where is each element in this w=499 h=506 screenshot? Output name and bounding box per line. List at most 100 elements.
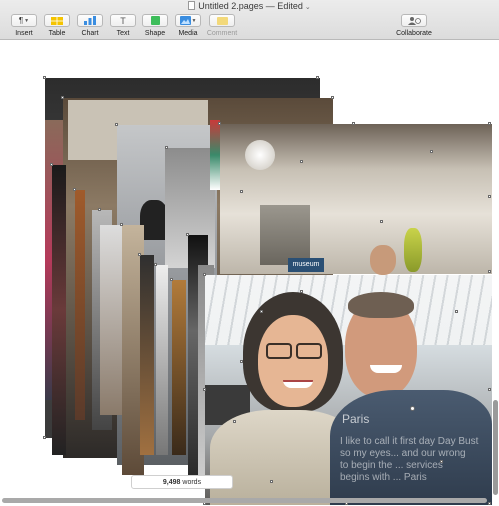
selection-handle[interactable] (120, 223, 123, 226)
word-count[interactable]: 9,498 words (131, 475, 233, 489)
selection-handle[interactable] (43, 436, 46, 439)
comment-button-face[interactable] (209, 14, 235, 27)
selection-handle[interactable] (270, 480, 273, 483)
selection-handle[interactable] (488, 270, 491, 273)
photo[interactable] (172, 280, 186, 455)
window-title-text: Untitled 2.pages — Edited (198, 1, 303, 11)
selection-handle[interactable] (240, 190, 243, 193)
chart-button[interactable]: Chart (73, 14, 107, 38)
selection-handle[interactable] (352, 122, 355, 125)
collaborate-label: Collaborate (396, 30, 432, 37)
table-button[interactable]: Table (40, 14, 74, 38)
selection-handle[interactable] (488, 388, 491, 391)
chart-icon (84, 16, 96, 25)
photo[interactable] (245, 140, 275, 170)
shape-button[interactable]: Shape (138, 14, 172, 38)
selection-handle[interactable] (203, 388, 206, 391)
photo[interactable] (260, 205, 310, 265)
photo[interactable] (404, 228, 422, 272)
selection-handle[interactable] (170, 278, 173, 281)
photo[interactable] (100, 225, 122, 415)
vertical-scrollbar[interactable] (493, 400, 498, 495)
photo[interactable] (75, 190, 85, 420)
selection-handle[interactable] (488, 502, 491, 505)
selection-handle[interactable] (300, 160, 303, 163)
selection-handle[interactable] (138, 253, 141, 256)
selection-handle[interactable] (260, 310, 263, 313)
selection-handle[interactable] (61, 96, 64, 99)
selection-handle[interactable] (380, 220, 383, 223)
selection-handle[interactable] (240, 360, 243, 363)
photo[interactable] (140, 200, 168, 240)
chevron-down-icon: ▼ (191, 17, 197, 24)
window-title: Untitled 2.pages — Edited ⌄ (0, 1, 499, 12)
selection-handle[interactable] (410, 406, 415, 411)
table-label: Table (48, 30, 66, 37)
shape-label: Shape (144, 30, 166, 37)
selection-handle[interactable] (430, 150, 433, 153)
title-chevron-icon[interactable]: ⌄ (305, 4, 311, 11)
word-count-value: 9,498 (162, 479, 181, 486)
photo[interactable] (370, 245, 396, 275)
selection-handle[interactable] (98, 208, 101, 211)
overlay-line[interactable]: so my eyes... and our wrong (340, 448, 466, 459)
overlay-line[interactable]: to begin the ... services (340, 460, 443, 471)
selection-handle[interactable] (218, 122, 221, 125)
chart-label: Chart (81, 30, 99, 37)
chart-button-face[interactable] (77, 14, 103, 27)
selection-handle[interactable] (154, 263, 157, 266)
toolbar: Untitled 2.pages — Edited ⌄ ¶ ▼ Insert Tab… (0, 0, 499, 40)
selection-handle[interactable] (165, 146, 168, 149)
insert-button-face[interactable]: ¶ ▼ (11, 14, 37, 27)
collaborate-icon (408, 17, 421, 25)
media-icon (179, 16, 191, 25)
media-button-face[interactable]: ▼ (175, 14, 201, 27)
paragraph-icon: ¶ (18, 16, 24, 25)
photo (348, 292, 414, 318)
word-count-label: words (182, 479, 202, 486)
table-icon (51, 16, 63, 25)
selection-handle[interactable] (50, 163, 53, 166)
comment-icon (216, 16, 228, 25)
selection-handle[interactable] (300, 290, 303, 293)
photo (266, 343, 292, 359)
selection-handle[interactable] (455, 310, 458, 313)
text-button-face[interactable]: T (110, 14, 136, 27)
table-button-face[interactable] (44, 14, 70, 27)
photo[interactable] (210, 120, 220, 190)
photo[interactable] (52, 165, 66, 455)
selection-handle[interactable] (331, 96, 334, 99)
collaborate-button-face[interactable] (401, 14, 427, 27)
media-label: Media (178, 30, 198, 37)
selection-handle[interactable] (43, 76, 46, 79)
selection-handle[interactable] (316, 76, 319, 79)
insert-label: Insert (15, 30, 33, 37)
document-icon (188, 1, 196, 10)
shape-button-face[interactable] (142, 14, 168, 27)
selection-handle[interactable] (115, 123, 118, 126)
collaborate-button[interactable]: Collaborate (396, 14, 432, 38)
photo (258, 315, 328, 407)
text-label: Text (116, 30, 130, 37)
overlay-line[interactable]: begins with ... Paris (340, 472, 427, 483)
selection-handle[interactable] (440, 460, 443, 463)
selection-handle[interactable] (203, 273, 206, 276)
selection-handle[interactable] (186, 233, 189, 236)
text-icon: T (120, 15, 126, 26)
overlay-title[interactable]: Paris (342, 412, 369, 426)
document-canvas[interactable]: museum Paris I like to call it first day… (0, 40, 499, 506)
selection-handle[interactable] (488, 122, 491, 125)
photo (370, 365, 402, 373)
selection-handle[interactable] (488, 195, 491, 198)
overlay-line[interactable]: I like to call it first day Day Bust (340, 436, 478, 447)
comment-button[interactable]: Comment (205, 14, 239, 38)
photo[interactable] (156, 265, 168, 455)
photo[interactable] (140, 255, 154, 455)
text-button[interactable]: T Text (106, 14, 140, 38)
selection-handle[interactable] (233, 420, 236, 423)
selection-handle[interactable] (73, 188, 76, 191)
insert-button[interactable]: ¶ ▼ Insert (7, 14, 41, 38)
horizontal-scrollbar[interactable] (2, 498, 487, 503)
media-button[interactable]: ▼ Media (171, 14, 205, 38)
shape-icon (150, 16, 160, 25)
